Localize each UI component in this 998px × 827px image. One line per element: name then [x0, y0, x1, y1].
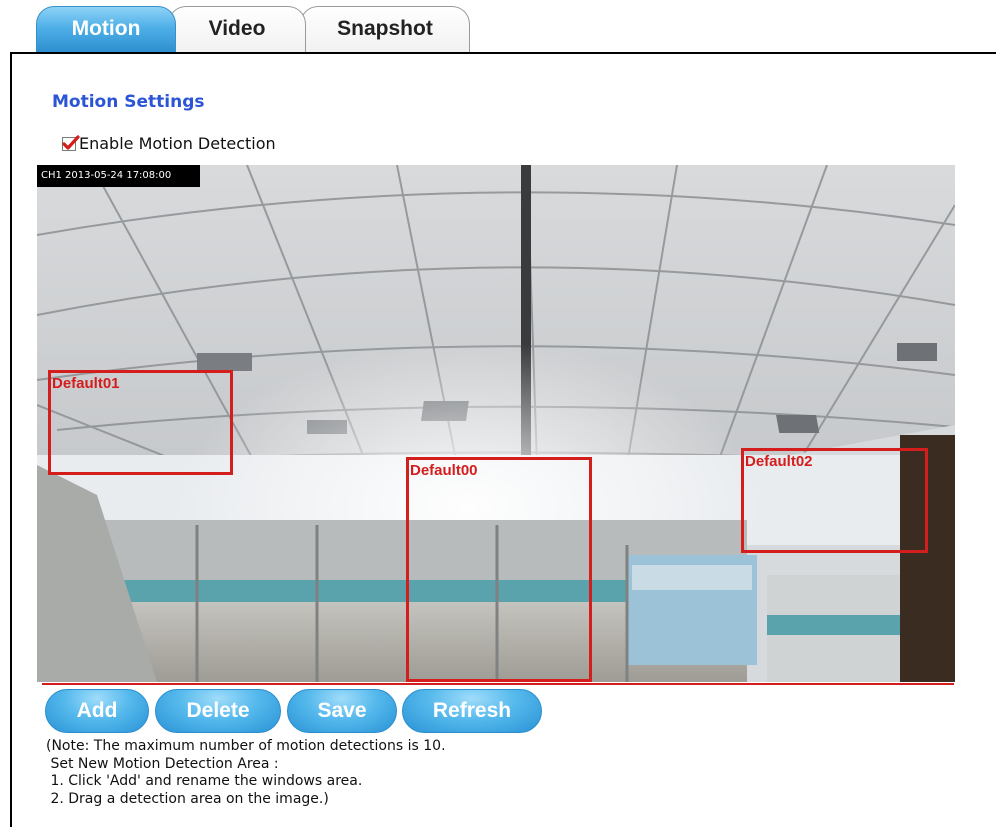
motion-zone-label: Default01	[52, 375, 120, 392]
checkmark-icon	[62, 134, 80, 150]
note-line: Set New Motion Detection Area :	[46, 755, 279, 772]
tab-bar: Snapshot Video Motion	[0, 0, 998, 52]
note-line: 1. Click 'Add' and rename the windows ar…	[46, 773, 363, 789]
motion-zone-label: Default00	[410, 462, 478, 479]
page-title: Motion Settings	[52, 92, 205, 112]
instructions-note: (Note: The maximum number of motion dete…	[46, 738, 446, 808]
motion-zone-default01[interactable]: Default01	[48, 370, 233, 475]
enable-motion-row: Enable Motion Detection	[62, 134, 276, 153]
enable-motion-label[interactable]: Enable Motion Detection	[79, 134, 276, 153]
add-button[interactable]: Add	[45, 689, 149, 733]
note-line: 2. Drag a detection area on the image.)	[46, 790, 329, 807]
divider	[42, 683, 954, 685]
motion-zone-default02[interactable]: Default02	[741, 448, 928, 553]
motion-zone-default00[interactable]: Default00	[406, 457, 592, 682]
delete-button[interactable]: Delete	[155, 689, 281, 733]
camera-timestamp: CH1 2013-05-24 17:08:00	[37, 165, 200, 187]
save-button[interactable]: Save	[287, 689, 397, 733]
note-line: (Note: The maximum number of motion dete…	[46, 738, 446, 754]
tab-video[interactable]: Video	[168, 6, 306, 52]
camera-preview[interactable]: CH1 2013-05-24 17:08:00 Default00 Defaul…	[37, 165, 955, 682]
refresh-button[interactable]: Refresh	[402, 689, 542, 733]
tab-motion[interactable]: Motion	[36, 6, 176, 52]
enable-motion-checkbox[interactable]	[62, 134, 80, 151]
motion-zone-label: Default02	[745, 453, 813, 470]
tab-snapshot[interactable]: Snapshot	[300, 6, 470, 52]
